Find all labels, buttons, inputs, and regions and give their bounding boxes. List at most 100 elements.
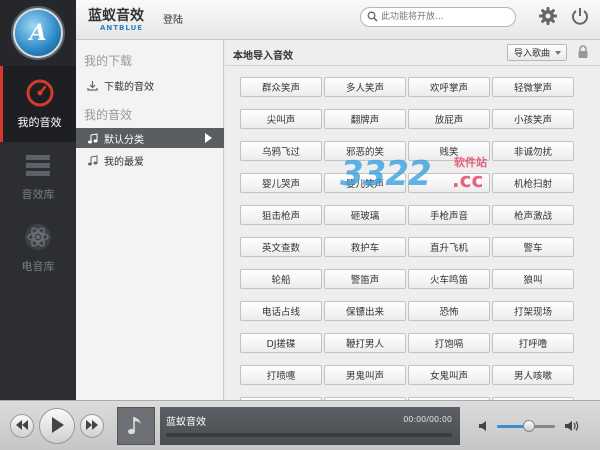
sound-button[interactable]: 打架现场 [492,301,574,321]
sound-button[interactable]: 邪恶的笑 [324,141,406,161]
sound-button[interactable]: 电话占线 [240,301,322,321]
music-note-icon [127,414,145,439]
play-icon [50,416,64,436]
search-icon [367,11,378,25]
main-content: 本地导入音效 导入歌曲 群众笑声 多人笑声 欢呼掌声 轻微掌声尖叫声 翻牌声 放屁声 小孩笑… [225,40,600,400]
sound-button[interactable]: 男鬼叫声 [324,365,406,385]
sound-button[interactable]: 狼叫 [492,269,574,289]
sound-button[interactable]: 多人笑声 [324,77,406,97]
sidebar-item-label: 音效库 [21,188,55,201]
sound-button[interactable]: 婴儿哭声 [240,173,322,193]
sound-button[interactable]: 手枪声音 [408,205,490,225]
volume-knob[interactable] [522,420,535,432]
sound-button[interactable]: 轻微掌声 [492,77,574,97]
sound-button[interactable]: 打呼噜 [492,333,574,353]
next-icon [86,419,98,433]
sound-button[interactable]: 小孩笑声 [492,109,574,129]
sound-button[interactable]: 砸玻璃 [324,205,406,225]
sound-button[interactable]: 火车鸣笛 [408,269,490,289]
sound-button[interactable]: 打喷嚏 [240,365,322,385]
chevron-down-icon [555,51,561,55]
sound-button[interactable]: 救护车 [324,237,406,257]
album-cover [117,407,155,445]
search-input[interactable] [381,10,511,24]
player-bar: 蓝蚁音效 00:00/00:00 [0,400,600,450]
app-subtitle: ANTBLUE [100,24,144,32]
sound-button[interactable]: 男人咳嗽 [492,365,574,385]
logo-letter: A [29,20,47,46]
play-button[interactable] [39,408,75,444]
sound-button[interactable]: 枪声激战 [492,205,574,225]
sound-button[interactable]: 保镖出来 [324,301,406,321]
power-icon[interactable] [570,6,590,26]
import-songs-dropdown[interactable]: 导入歌曲 [507,44,567,61]
page-title: 本地导入音效 [233,51,293,62]
next-button[interactable] [80,414,104,438]
downloads-header: 我的下载 [84,54,133,68]
speedometer-icon [25,78,55,108]
previous-icon [16,419,28,433]
sound-button[interactable]: 警车 [492,237,574,257]
progress-bar[interactable] [166,433,452,437]
sidebar-item-label: 电音库 [21,260,55,273]
track-name: 蓝蚁音效 [166,417,206,428]
app-title: 蓝蚁音效 [88,8,144,24]
sound-button[interactable]: 放屁声 [408,109,490,129]
sound-button[interactable]: 群众笑声 [240,77,322,97]
sound-button[interactable]: 打饱嗝 [408,333,490,353]
search-box[interactable] [360,7,516,27]
app-logo[interactable]: A [13,8,63,58]
top-bar: 蓝蚁音效 ANTBLUE 登陆 [76,0,600,40]
sound-grid: 群众笑声 多人笑声 欢呼掌声 轻微掌声尖叫声 翻牌声 放屁声 小孩笑声乌鸦飞过 邪恶的笑 贱笑非… [225,67,600,400]
sound-button[interactable]: 直升飞机 [408,237,490,257]
sidebar-item-electronic-library[interactable]: 电音库 [0,210,76,286]
track-info: 蓝蚁音效 00:00/00:00 [160,407,460,445]
sound-button[interactable]: 女鬼叫声 [408,365,490,385]
download-icon [86,79,98,91]
sound-button[interactable]: 欢呼掌声 [408,77,490,97]
volume-low-icon[interactable] [478,419,492,433]
sound-button[interactable]: 狙击枪声 [240,205,322,225]
import-songs-label: 导入歌曲 [514,49,551,59]
library-item-default-category[interactable]: 默认分类 [76,128,224,148]
sound-button[interactable]: 乌鸦飞过 [240,141,322,161]
library-item-downloads[interactable]: 下载的音效 [76,75,224,95]
login-link[interactable]: 登陆 [163,11,183,26]
volume-high-icon[interactable] [564,419,582,433]
sidebar-item-sound-library[interactable]: 音效库 [0,138,76,214]
sound-button[interactable]: 英文查数 [240,237,322,257]
sound-button[interactable]: 贱笑 [408,141,490,161]
sound-button[interactable]: 恐怖 [408,301,490,321]
sound-button[interactable]: 机枪扫射 [492,173,574,193]
sound-button[interactable]: 鞭打男人 [324,333,406,353]
sound-button[interactable]: 轮船 [240,269,322,289]
sound-button[interactable]: 尖叫声 [240,109,322,129]
sound-button[interactable] [408,173,490,193]
previous-button[interactable] [10,414,34,438]
track-time: 00:00/00:00 [403,415,452,424]
volume-slider[interactable] [497,420,555,432]
sidebar-item-label: 我的音效 [17,116,62,129]
library-item-label: 我的最爱 [104,156,144,168]
lock-icon[interactable] [577,45,589,59]
left-sidebar: A 我的音效 音效库 电音库 [0,0,76,400]
sidebar-item-my-sounds[interactable]: 我的音效 [0,66,76,142]
stack-icon [23,150,53,180]
library-item-label: 默认分类 [104,134,144,146]
sound-button[interactable]: DJ搓碟 [240,333,322,353]
library-panel: 我的下载 下载的音效 我的音效 默认分类 我的最爱 [76,40,224,400]
sound-button[interactable]: 非诚勿扰 [492,141,574,161]
main-header: 本地导入音效 导入歌曲 [225,40,600,66]
logo-area: A [0,0,76,66]
library-item-label: 下载的音效 [104,81,154,93]
play-arrow-icon[interactable] [205,133,212,143]
music-note-icon [86,132,98,144]
sound-button[interactable]: 警笛声 [324,269,406,289]
sound-button[interactable]: 翻牌声 [324,109,406,129]
gear-icon[interactable] [538,6,558,26]
music-note-icon [86,154,98,166]
atom-icon [23,222,53,252]
library-item-favorites[interactable]: 我的最爱 [76,150,224,170]
sound-button[interactable]: 婴儿笑声 [324,173,406,193]
my-sounds-header: 我的音效 [84,108,133,122]
